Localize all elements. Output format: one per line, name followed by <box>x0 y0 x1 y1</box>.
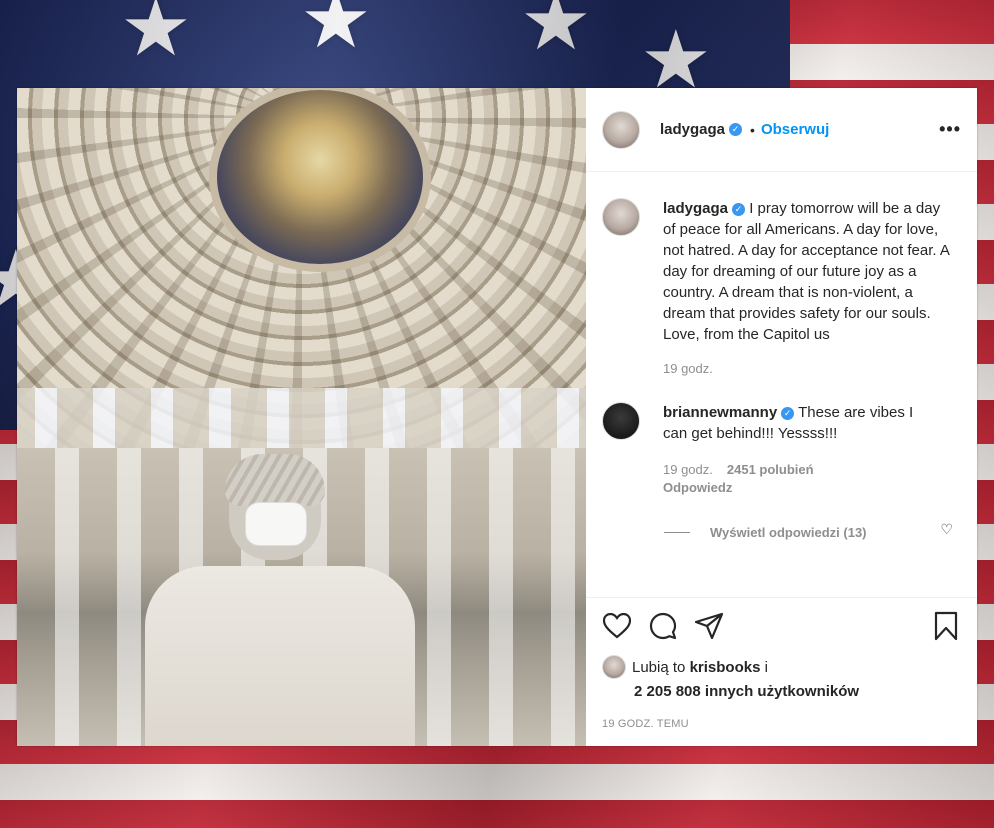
face-mask <box>245 502 307 546</box>
instagram-post: ladygaga ✓ • Obserwuj ••• ladygaga ✓ I pr… <box>17 88 977 746</box>
liked-by-user[interactable]: krisbooks <box>690 659 761 676</box>
follow-button[interactable]: Obserwuj <box>761 121 829 138</box>
caption-text: I pray tomorrow will be a day of peace f… <box>663 200 950 343</box>
likes-count[interactable]: 2 205 808 innych użytkowników <box>586 679 977 700</box>
caption: ladygaga ✓ I pray tomorrow will be a day … <box>602 198 961 376</box>
heart-icon[interactable] <box>602 611 632 641</box>
comment-username[interactable]: briannewmanny <box>663 404 777 421</box>
avatar[interactable] <box>602 110 640 149</box>
reply-button[interactable]: Odpowiedz <box>663 480 925 495</box>
comment-bubble-icon[interactable] <box>648 611 678 641</box>
caption-time[interactable]: 19 godz. <box>663 361 951 376</box>
post-photo[interactable] <box>17 88 586 746</box>
likes-prefix: Lubią to <box>632 658 686 676</box>
likes-suffix: i <box>764 658 768 676</box>
liked-by: Lubią to krisbooks i <box>586 655 977 679</box>
person-hat <box>225 454 325 506</box>
paper-plane-icon[interactable] <box>694 611 724 641</box>
post-author-username[interactable]: ladygaga <box>660 121 725 138</box>
replies-line <box>664 532 690 533</box>
view-replies-button[interactable]: Wyświetl odpowiedzi (13) <box>664 525 961 540</box>
comment-time[interactable]: 19 godz. <box>663 462 713 477</box>
more-options-icon[interactable]: ••• <box>939 119 961 140</box>
post-side-panel: ladygaga ✓ • Obserwuj ••• ladygaga ✓ I pr… <box>586 88 977 746</box>
verified-badge-icon: ✓ <box>732 203 746 216</box>
verified-badge-icon: ✓ <box>729 123 743 136</box>
separator-dot: • <box>750 121 755 138</box>
view-replies-label: Wyświetl odpowiedzi (13) <box>710 525 867 540</box>
caption-username[interactable]: ladygaga <box>663 200 728 217</box>
bookmark-icon[interactable] <box>931 611 961 641</box>
comments-section: ladygaga ✓ I pray tomorrow will be a day … <box>586 172 977 597</box>
avatar[interactable] <box>602 655 626 679</box>
post-timestamp[interactable]: 19 GODZ. TEMU <box>586 700 977 746</box>
comment-likes[interactable]: 2451 polubień <box>727 462 814 477</box>
comment: briannewmanny ✓ These are vibes I can get… <box>602 402 961 495</box>
verified-badge-icon: ✓ <box>781 407 795 420</box>
avatar[interactable] <box>602 402 640 440</box>
post-header: ladygaga ✓ • Obserwuj ••• <box>586 88 977 172</box>
avatar[interactable] <box>602 198 640 236</box>
post-actions <box>586 597 977 653</box>
person-coat <box>145 566 415 746</box>
dome-fresco <box>209 88 431 272</box>
comment-heart-icon[interactable]: ♡ <box>940 521 953 538</box>
